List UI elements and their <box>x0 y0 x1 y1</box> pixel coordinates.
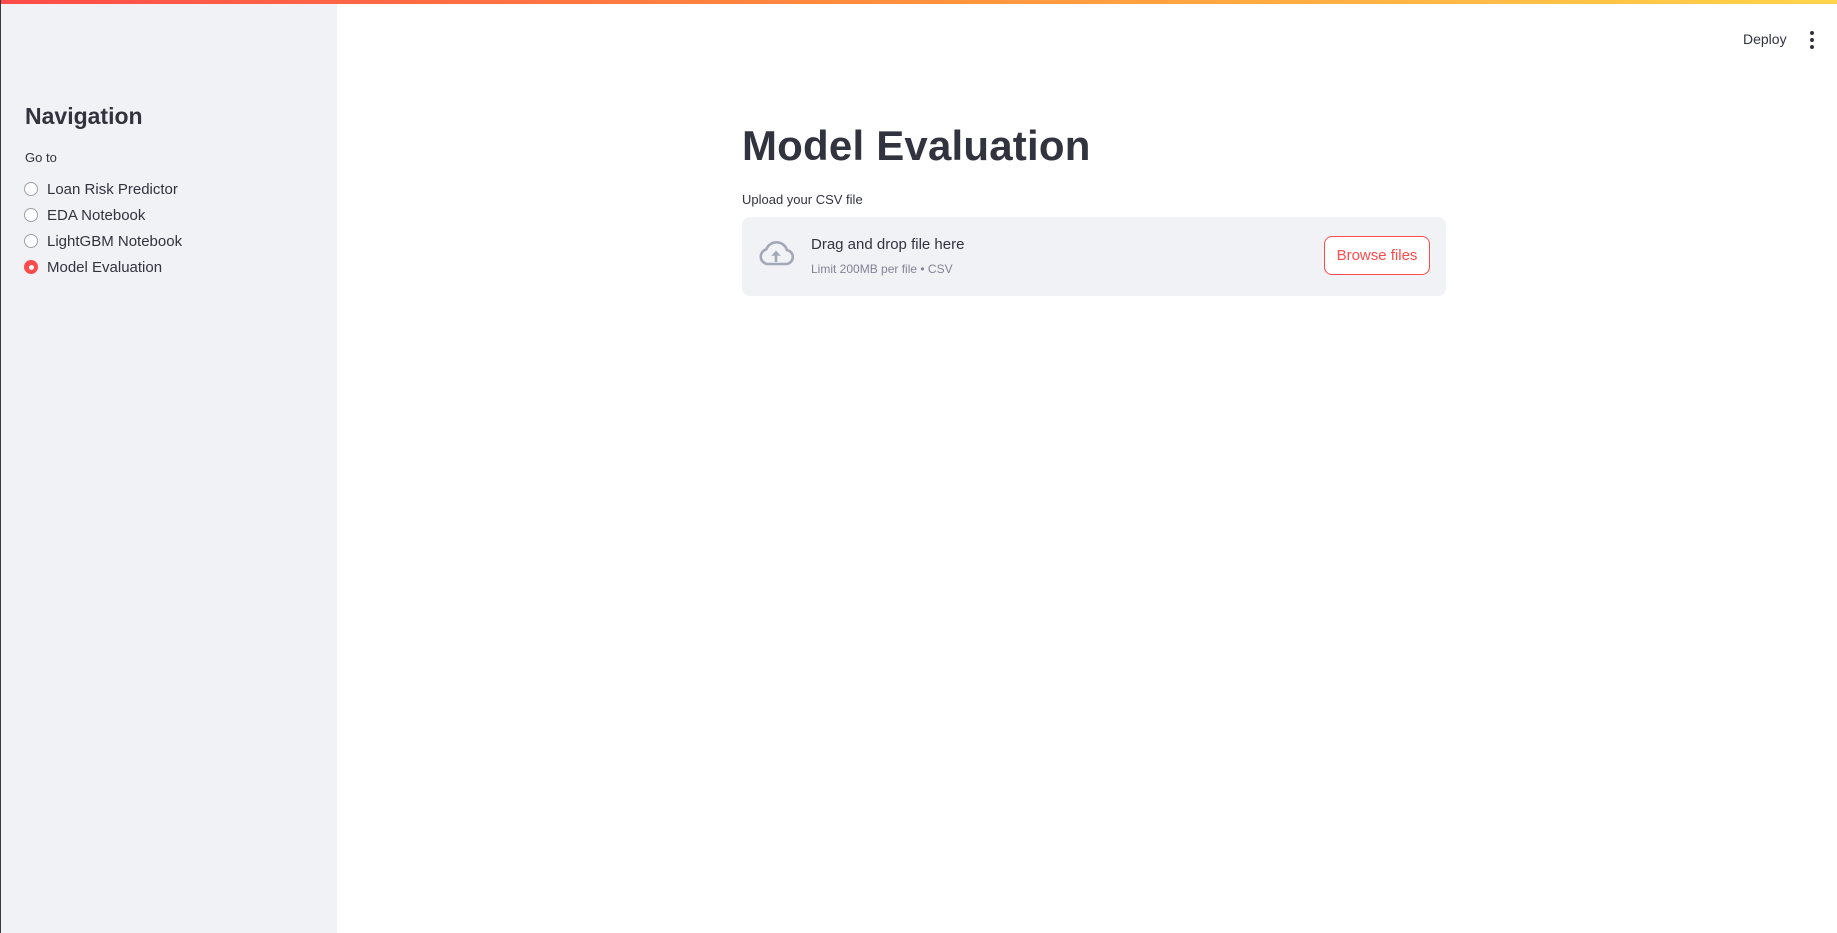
radio-option-loan-risk-predictor[interactable]: Loan Risk Predictor <box>24 176 182 202</box>
navigation-radio-group: Loan Risk Predictor EDA Notebook LightGB… <box>24 176 182 280</box>
radio-option-model-evaluation[interactable]: Model Evaluation <box>24 254 182 280</box>
radio-option-label: EDA Notebook <box>47 206 146 224</box>
browse-files-button[interactable]: Browse files <box>1324 236 1430 275</box>
radio-option-lightgbm-notebook[interactable]: LightGBM Notebook <box>24 228 182 254</box>
deploy-button[interactable]: Deploy <box>1743 31 1787 47</box>
radio-option-eda-notebook[interactable]: EDA Notebook <box>24 202 182 228</box>
radio-button-icon[interactable] <box>24 208 38 222</box>
sidebar-title: Navigation <box>25 103 143 129</box>
vertical-ellipsis-icon[interactable] <box>1806 30 1818 50</box>
page-title: Model Evaluation <box>742 122 1091 169</box>
top-decoration-bar <box>0 0 1837 4</box>
file-dropzone[interactable]: Drag and drop file here Limit 200MB per … <box>742 217 1446 296</box>
file-uploader-label: Upload your CSV file <box>742 192 863 207</box>
radio-group-label: Go to <box>25 150 57 165</box>
radio-button-icon[interactable] <box>24 182 38 196</box>
radio-option-label: LightGBM Notebook <box>47 232 183 250</box>
window-edge <box>0 0 1 933</box>
radio-button-icon[interactable] <box>24 234 38 248</box>
cloud-upload-icon <box>759 241 795 266</box>
radio-option-label: Loan Risk Predictor <box>47 180 178 198</box>
radio-button-selected-icon[interactable] <box>24 260 38 274</box>
app-root: Navigation Go to Loan Risk Predictor EDA… <box>0 0 1837 933</box>
dropzone-limit-text: Limit 200MB per file • CSV <box>811 262 953 276</box>
radio-option-label: Model Evaluation <box>47 258 163 276</box>
sidebar: Navigation Go to Loan Risk Predictor EDA… <box>0 0 337 933</box>
dropzone-instructions: Drag and drop file here <box>811 236 965 253</box>
